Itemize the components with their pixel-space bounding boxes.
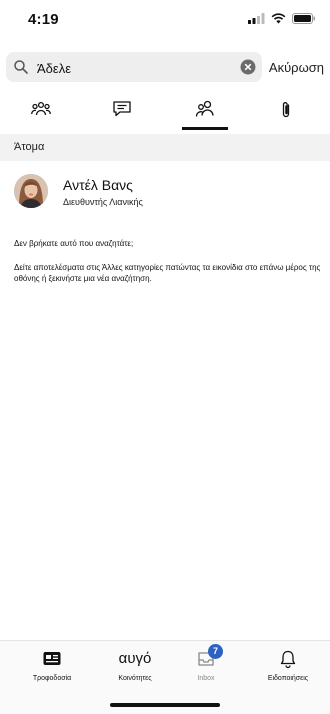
person-result[interactable]: Αντέλ Βανς Διευθυντής Λιανικής	[0, 170, 330, 216]
group-icon	[31, 101, 51, 116]
nav-communities[interactable]: αυγό Κοινότητες	[95, 641, 175, 691]
section-title: Άτομα	[14, 141, 45, 153]
feed-icon	[43, 652, 61, 665]
category-tabs	[0, 96, 330, 130]
battery-icon	[292, 13, 315, 24]
not-found-question: Δεν βρήκατε αυτό που αναζητάτε;	[14, 239, 134, 248]
nav-inbox-label: Inbox	[197, 675, 215, 682]
nav-notifications[interactable]: Ειδοποιήσεις	[248, 641, 328, 691]
tab-people[interactable]	[181, 96, 229, 130]
tab-selected-indicator	[182, 127, 228, 130]
section-header: Άτομα	[0, 134, 330, 161]
inbox-badge: 7	[208, 644, 223, 659]
not-found-detail: Δείτε αποτελέσματα στις Άλλες κατηγορίες…	[14, 263, 321, 283]
home-indicator	[110, 703, 220, 707]
chat-icon	[113, 101, 131, 117]
status-icons	[248, 13, 316, 24]
avatar	[14, 174, 48, 208]
wifi-icon	[271, 13, 286, 24]
tab-files[interactable]	[262, 96, 310, 130]
nav-communities-label: Κοινότητες	[118, 675, 152, 682]
nav-communities-display: αυγό	[118, 650, 152, 667]
tab-chat[interactable]	[98, 96, 146, 130]
signal-icon	[248, 13, 265, 24]
search-input[interactable]	[37, 58, 237, 78]
bell-icon	[280, 650, 296, 669]
nav-feed[interactable]: Τροφοδοσία	[12, 641, 92, 691]
search-row: Ακύρωση	[0, 52, 330, 84]
status-time: 4:19	[28, 11, 59, 28]
bottom-nav: Τροφοδοσία αυγό Κοινότητες 7 Inbox Ειδοπ…	[0, 640, 330, 714]
clear-icon[interactable]	[240, 59, 256, 75]
cancel-button[interactable]: Ακύρωση	[269, 60, 324, 75]
nav-feed-label: Τροφοδοσία	[32, 675, 72, 682]
tab-groups[interactable]	[17, 96, 65, 130]
people-icon	[195, 100, 214, 117]
person-name: Αντέλ Βανς	[63, 177, 133, 193]
status-bar: 4:19	[0, 0, 330, 44]
paperclip-icon	[282, 102, 290, 118]
person-job-title: Διευθυντής Λιανικής	[63, 197, 143, 207]
not-found-message: Δεν βρήκατε αυτό που αναζητάτε; Δείτε απ…	[14, 238, 324, 284]
nav-inbox[interactable]: 7 Inbox	[166, 641, 246, 691]
nav-notifications-label: Ειδοποιήσεις	[267, 675, 309, 682]
search-icon	[14, 60, 28, 74]
search-box[interactable]	[6, 52, 262, 82]
